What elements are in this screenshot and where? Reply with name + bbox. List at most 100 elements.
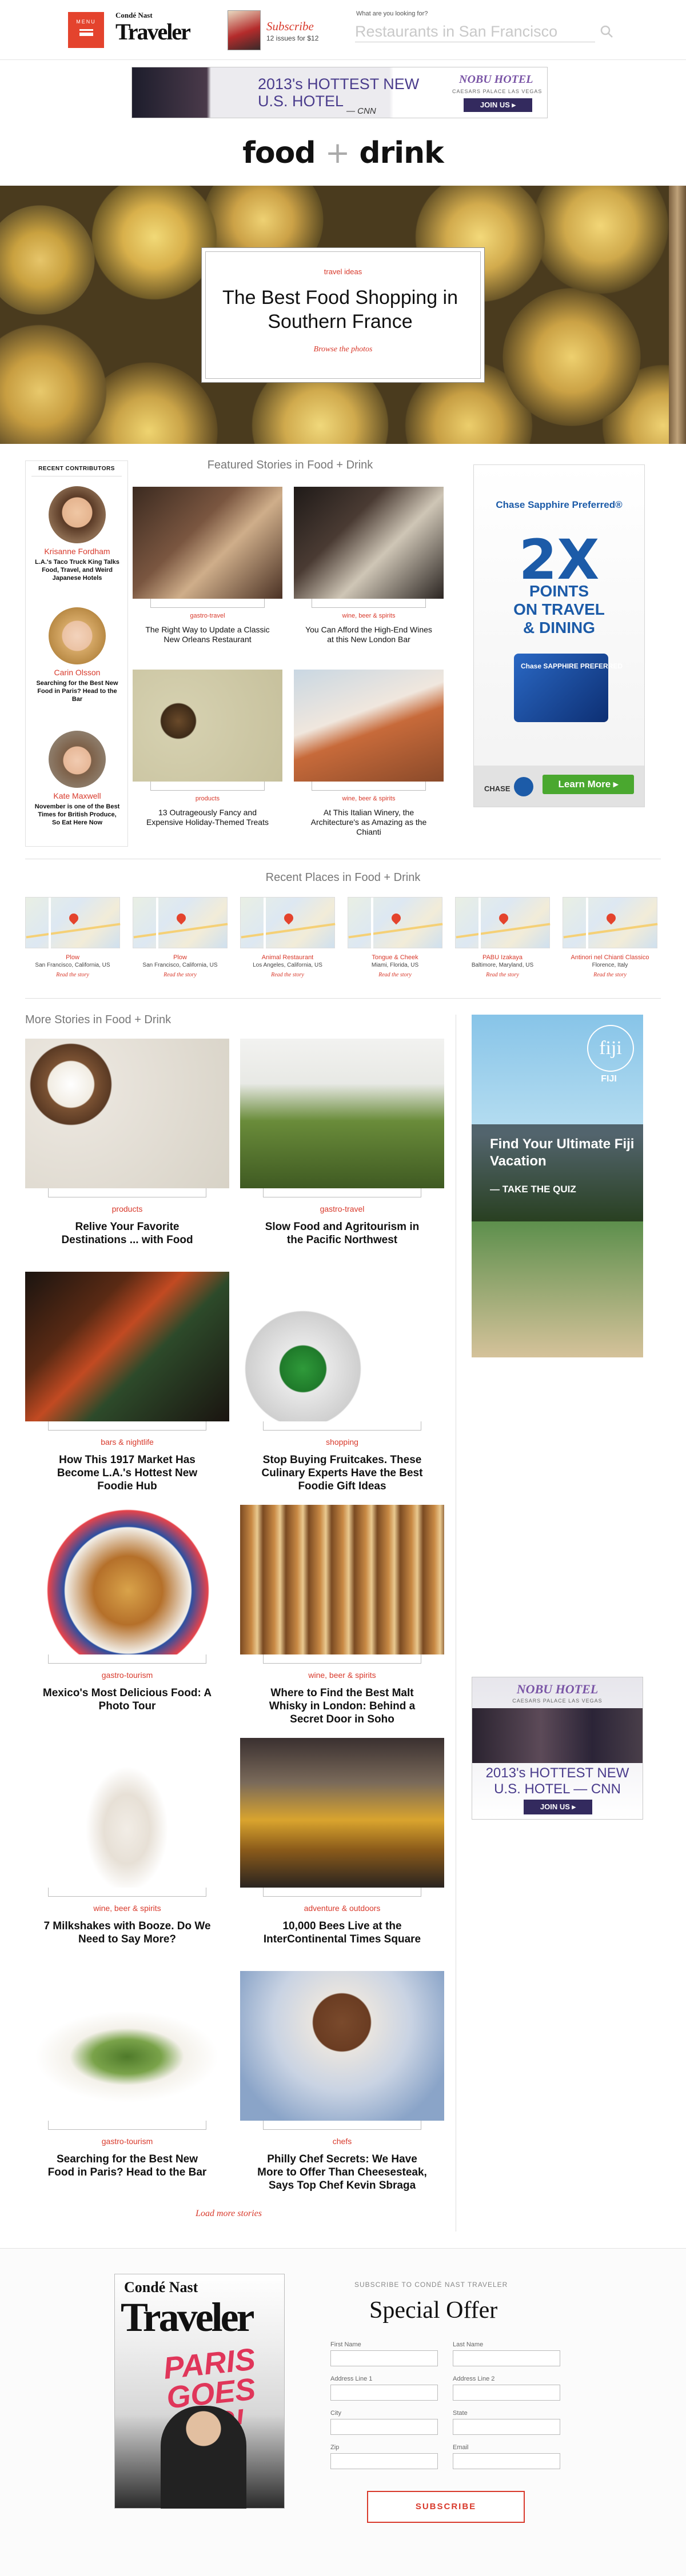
contributor-item[interactable]: Krisanne Fordham L.A.'s Taco Truck King …	[26, 486, 129, 582]
story-card-category[interactable]: gastro-tourism	[25, 1670, 229, 1680]
place-link[interactable]: Read the story	[563, 972, 657, 978]
story-card-image[interactable]	[240, 1971, 444, 2121]
featured-card-image[interactable]	[133, 670, 282, 782]
chase-ad[interactable]: Chase Sapphire Preferred® 2X POINTS ON T…	[473, 464, 645, 807]
place-name[interactable]: PABU Izakaya	[455, 954, 550, 961]
story-card-category[interactable]: bars & nightlife	[25, 1437, 229, 1447]
place-map[interactable]	[240, 897, 336, 949]
story-card-category[interactable]: chefs	[240, 2137, 444, 2146]
place-map[interactable]	[455, 897, 551, 949]
story-card-title[interactable]: How This 1917 Market Has Become L.A.'s H…	[25, 1453, 229, 1493]
story-card-title[interactable]: Mexico's Most Delicious Food: A Photo To…	[25, 1686, 229, 1713]
featured-card-image[interactable]	[294, 487, 444, 599]
story-card-image[interactable]	[240, 1505, 444, 1654]
story-card[interactable]: gastro-tourism Mexico's Most Delicious F…	[25, 1505, 229, 1713]
featured-card-image[interactable]	[294, 670, 444, 782]
story-card-image[interactable]	[25, 1505, 229, 1654]
story-card-category[interactable]: adventure & outdoors	[240, 1904, 444, 1913]
site-logo[interactable]: Condé Nast Traveler	[115, 11, 201, 48]
place-name[interactable]: Plow	[25, 954, 120, 961]
story-card[interactable]: wine, beer & spirits Where to Find the B…	[240, 1505, 444, 1726]
story-card-image[interactable]	[240, 1272, 444, 1421]
contributor-name[interactable]: Krisanne Fordham	[26, 547, 129, 556]
place-map[interactable]	[563, 897, 658, 949]
place-name[interactable]: Tongue & Cheek	[348, 954, 442, 961]
featured-card-title[interactable]: The Right Way to Update a Classic New Or…	[133, 625, 282, 644]
learn-more-button[interactable]: Learn More ▸	[543, 775, 634, 794]
place-name[interactable]: Animal Restaurant	[240, 954, 335, 961]
place-item[interactable]: Tongue & Cheek Miami, Florida, US Read t…	[348, 897, 443, 978]
address2-field[interactable]	[453, 2385, 560, 2401]
story-card-image[interactable]	[240, 1039, 444, 1188]
first-name-field[interactable]	[330, 2350, 438, 2366]
subscribe-link[interactable]: Subscribe	[266, 19, 314, 34]
story-card-title[interactable]: 10,000 Bees Live at the InterContinental…	[240, 1920, 444, 1946]
search-input[interactable]	[355, 22, 595, 42]
story-card[interactable]: gastro-tourism Searching for the Best Ne…	[25, 1971, 229, 2179]
place-name[interactable]: Plow	[133, 954, 228, 961]
fiji-quiz-button[interactable]: — TAKE THE QUIZ	[490, 1184, 576, 1195]
story-card[interactable]: adventure & outdoors 10,000 Bees Live at…	[240, 1738, 444, 1946]
place-link[interactable]: Read the story	[133, 972, 228, 978]
featured-card-image[interactable]	[133, 487, 282, 599]
place-item[interactable]: Plow San Francisco, California, US Read …	[25, 897, 121, 978]
contributor-name[interactable]: Carin Olsson	[26, 668, 129, 677]
place-item[interactable]: Animal Restaurant Los Angeles, Californi…	[240, 897, 336, 978]
story-card-image[interactable]	[25, 1272, 229, 1421]
menu-button[interactable]: MENU	[68, 12, 104, 48]
hero-category[interactable]: travel ideas	[202, 267, 484, 276]
story-card-title[interactable]: Searching for the Best New Food in Paris…	[25, 2153, 229, 2179]
email-field[interactable]	[453, 2453, 560, 2469]
banner-ad-join-button[interactable]: JOIN US ▸	[464, 98, 532, 112]
featured-card[interactable]: products 13 Outrageously Fancy and Expen…	[133, 670, 282, 827]
avatar[interactable]	[49, 731, 106, 788]
featured-card-category[interactable]: wine, beer & spirits	[294, 795, 444, 802]
story-card-category[interactable]: shopping	[240, 1437, 444, 1447]
contributor-item[interactable]: Kate Maxwell November is one of the Best…	[26, 731, 129, 827]
banner-ad[interactable]: 2013's HOTTEST NEW U.S. HOTEL — CNN NOBU…	[131, 67, 548, 118]
place-link[interactable]: Read the story	[240, 972, 335, 978]
featured-card-title[interactable]: 13 Outrageously Fancy and Expensive Holi…	[133, 808, 282, 827]
zip-field[interactable]	[330, 2453, 438, 2469]
story-card-image[interactable]	[25, 1738, 229, 1888]
story-card[interactable]: shopping Stop Buying Fruitcakes. These C…	[240, 1272, 444, 1493]
contributor-desc[interactable]: November is one of the Best Times for Br…	[26, 803, 129, 827]
hero-card[interactable]: travel ideas The Best Food Shopping in S…	[201, 247, 485, 383]
hero-title[interactable]: The Best Food Shopping in Southern Franc…	[219, 286, 461, 334]
featured-card-category[interactable]: products	[133, 795, 282, 802]
place-item[interactable]: PABU Izakaya Baltimore, Maryland, US Rea…	[455, 897, 551, 978]
city-field[interactable]	[330, 2419, 438, 2435]
story-card-category[interactable]: gastro-travel	[240, 1204, 444, 1213]
place-link[interactable]: Read the story	[25, 972, 120, 978]
nobu-ad[interactable]: NOBU HOTEL CAESARS PALACE LAS VEGAS 2013…	[472, 1677, 643, 1820]
story-card[interactable]: wine, beer & spirits 7 Milkshakes with B…	[25, 1738, 229, 1946]
featured-card[interactable]: wine, beer & spirits At This Italian Win…	[294, 670, 444, 837]
avatar[interactable]	[49, 607, 106, 664]
story-card[interactable]: products Relive Your Favorite Destinatio…	[25, 1039, 229, 1247]
story-card-title[interactable]: Relive Your Favorite Destinations ... wi…	[25, 1220, 229, 1247]
place-map[interactable]	[348, 897, 443, 949]
story-card-image[interactable]	[240, 1738, 444, 1888]
featured-card-category[interactable]: gastro-travel	[133, 612, 282, 619]
avatar[interactable]	[49, 486, 106, 543]
subscribe-button[interactable]: SUBSCRIBE	[367, 2491, 525, 2523]
place-item[interactable]: Plow San Francisco, California, US Read …	[133, 897, 228, 978]
featured-card[interactable]: gastro-travel The Right Way to Update a …	[133, 487, 282, 644]
place-link[interactable]: Read the story	[348, 972, 442, 978]
story-card-title[interactable]: Where to Find the Best Malt Whisky in Lo…	[240, 1686, 444, 1726]
featured-card-title[interactable]: At This Italian Winery, the Architecture…	[294, 808, 444, 837]
load-more-link[interactable]: Load more stories	[0, 2209, 457, 2219]
last-name-field[interactable]	[453, 2350, 560, 2366]
story-card[interactable]: gastro-travel Slow Food and Agritourism …	[240, 1039, 444, 1247]
featured-card-title[interactable]: You Can Afford the High-End Wines at thi…	[294, 625, 444, 644]
story-card-category[interactable]: wine, beer & spirits	[240, 1670, 444, 1680]
magazine-thumbnail[interactable]	[228, 10, 261, 50]
magazine-cover[interactable]: Condé Nast Traveler PARIS GOES POP!	[114, 2274, 285, 2509]
story-card-image[interactable]	[25, 1039, 229, 1188]
place-map[interactable]	[133, 897, 228, 949]
story-card-category[interactable]: gastro-tourism	[25, 2137, 229, 2146]
contributor-name[interactable]: Kate Maxwell	[26, 791, 129, 800]
search-icon[interactable]	[599, 24, 614, 39]
contributor-desc[interactable]: L.A.'s Taco Truck King Talks Food, Trave…	[26, 558, 129, 582]
story-card-category[interactable]: products	[25, 1204, 229, 1213]
